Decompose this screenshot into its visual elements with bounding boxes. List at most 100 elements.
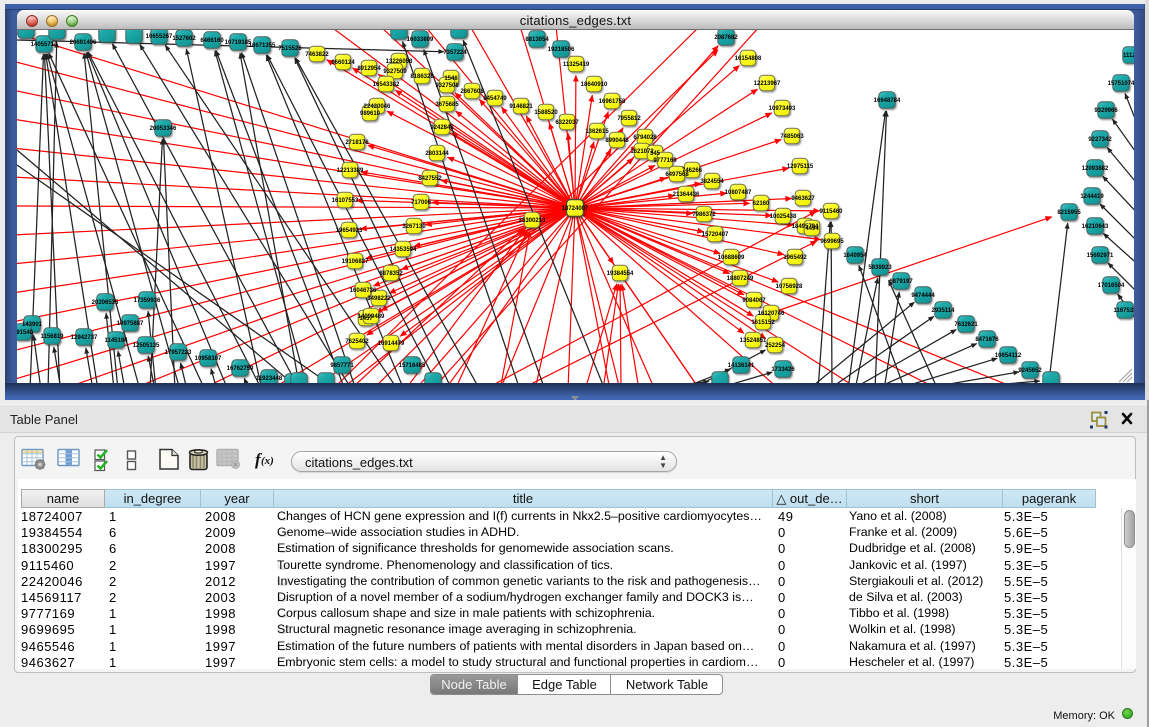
svg-text:1640954: 1640954 bbox=[843, 253, 867, 259]
svg-text:16543382: 16543382 bbox=[373, 82, 400, 88]
svg-text:12505135: 12505135 bbox=[133, 343, 160, 349]
svg-text:9699695: 9699695 bbox=[820, 239, 844, 245]
svg-text:16033809: 16033809 bbox=[407, 37, 434, 43]
svg-text:1145194: 1145194 bbox=[104, 338, 128, 344]
svg-text:8186328: 8186328 bbox=[410, 74, 434, 80]
svg-text:10688609: 10688609 bbox=[718, 255, 745, 261]
svg-text:989610: 989610 bbox=[360, 111, 381, 117]
svg-text:8471676: 8471676 bbox=[975, 337, 999, 343]
svg-text:1156819: 1156819 bbox=[40, 334, 64, 340]
svg-text:8454749: 8454749 bbox=[483, 96, 507, 102]
svg-text:1733426: 1733426 bbox=[771, 367, 795, 373]
svg-text:9329966: 9329966 bbox=[1094, 108, 1118, 114]
svg-text:20691406: 20691406 bbox=[70, 40, 97, 46]
svg-text:15720407: 15720407 bbox=[702, 232, 729, 238]
svg-text:9463627: 9463627 bbox=[791, 196, 815, 202]
svg-text:2087682: 2087682 bbox=[714, 35, 738, 41]
svg-text:10655267: 10655267 bbox=[146, 34, 173, 40]
svg-text:2803144: 2803144 bbox=[425, 151, 449, 157]
svg-text:6497568: 6497568 bbox=[665, 172, 689, 178]
svg-text:8912954: 8912954 bbox=[357, 66, 381, 72]
svg-text:1965492: 1965492 bbox=[783, 255, 807, 261]
svg-text:9227342: 9227342 bbox=[1088, 137, 1112, 143]
svg-text:11127: 11127 bbox=[1123, 53, 1134, 59]
svg-text:9474444: 9474444 bbox=[911, 293, 935, 299]
svg-text:19106827: 19106827 bbox=[342, 259, 369, 265]
svg-text:20053346: 20053346 bbox=[150, 126, 177, 132]
svg-text:8427552: 8427552 bbox=[418, 176, 442, 182]
svg-text:22420046: 22420046 bbox=[364, 104, 391, 110]
svg-text:3675685: 3675685 bbox=[435, 102, 459, 108]
svg-text:20206535: 20206535 bbox=[92, 300, 119, 306]
svg-text:18724007: 18724007 bbox=[562, 206, 589, 212]
svg-text:10975887: 10975887 bbox=[117, 321, 144, 327]
svg-text:2867608: 2867608 bbox=[460, 89, 484, 95]
svg-text:2718176: 2718176 bbox=[345, 140, 369, 146]
svg-text:13524851: 13524851 bbox=[740, 338, 767, 344]
svg-text:10807487: 10807487 bbox=[725, 190, 752, 196]
svg-text:14353594: 14353594 bbox=[390, 247, 417, 253]
svg-text:10756928: 10756928 bbox=[776, 284, 803, 290]
svg-text:8990448: 8990448 bbox=[605, 138, 629, 144]
svg-text:62160: 62160 bbox=[753, 201, 770, 207]
svg-text:7625402: 7625402 bbox=[345, 339, 369, 345]
svg-text:8813054: 8813054 bbox=[525, 37, 549, 43]
svg-text:252254: 252254 bbox=[765, 343, 786, 349]
svg-text:7515526: 7515526 bbox=[278, 46, 302, 52]
svg-text:10654112: 10654112 bbox=[995, 353, 1022, 359]
svg-text:16914479: 16914479 bbox=[378, 341, 405, 347]
svg-text:5938923: 5938923 bbox=[868, 265, 892, 271]
svg-text:17016504: 17016504 bbox=[1098, 283, 1125, 289]
svg-text:13226058: 13226058 bbox=[386, 59, 413, 65]
svg-text:11325419: 11325419 bbox=[563, 62, 590, 68]
svg-text:3267130: 3267130 bbox=[402, 224, 426, 230]
svg-text:345: 345 bbox=[650, 151, 661, 157]
svg-text:12942737: 12942737 bbox=[71, 335, 98, 341]
svg-text:7632621: 7632621 bbox=[954, 322, 978, 328]
svg-text:10025438: 10025438 bbox=[770, 214, 797, 220]
svg-text:9777169: 9777169 bbox=[653, 158, 677, 164]
svg-text:18807249: 18807249 bbox=[727, 276, 754, 282]
svg-text:16120746: 16120746 bbox=[758, 311, 785, 317]
svg-text:25300213: 25300213 bbox=[519, 218, 546, 224]
svg-text:16762759: 16762759 bbox=[227, 366, 254, 372]
svg-text:8878352: 8878352 bbox=[379, 271, 403, 277]
svg-text:16648784: 16648784 bbox=[874, 98, 901, 104]
svg-text:10958107: 10958107 bbox=[195, 356, 222, 362]
svg-text:(x): (x) bbox=[261, 455, 274, 467]
svg-text:16961758: 16961758 bbox=[599, 99, 626, 105]
svg-text:6322037: 6322037 bbox=[555, 120, 579, 126]
svg-text:14099489: 14099489 bbox=[358, 314, 385, 320]
svg-text:15751074: 15751074 bbox=[1108, 81, 1134, 87]
svg-text:1588520: 1588520 bbox=[534, 110, 558, 116]
svg-text:3824554: 3824554 bbox=[700, 179, 724, 185]
svg-text:6879197: 6879197 bbox=[889, 279, 913, 285]
svg-text:12213389: 12213389 bbox=[337, 168, 364, 174]
svg-text:717006: 717006 bbox=[411, 200, 432, 206]
svg-text:1244419: 1244419 bbox=[1080, 194, 1104, 200]
svg-text:15692971: 15692971 bbox=[1087, 253, 1114, 259]
svg-text:14136141: 14136141 bbox=[728, 363, 755, 369]
svg-text:9146821: 9146821 bbox=[509, 104, 533, 110]
svg-text:1362615: 1362615 bbox=[585, 129, 609, 135]
svg-text:9327509: 9327509 bbox=[383, 69, 407, 75]
svg-text:19218506: 19218506 bbox=[548, 47, 575, 53]
svg-text:15716485: 15716485 bbox=[399, 363, 426, 369]
svg-text:1615152: 1615152 bbox=[751, 320, 775, 326]
svg-text:16107553: 16107553 bbox=[332, 198, 359, 204]
svg-text:9115460: 9115460 bbox=[819, 209, 843, 215]
svg-text:17957223: 17957223 bbox=[165, 350, 192, 356]
svg-text:143901: 143901 bbox=[22, 322, 43, 328]
svg-text:19654923: 19654923 bbox=[336, 228, 363, 234]
svg-text:4494: 4494 bbox=[805, 226, 819, 232]
svg-text:12093882: 12093882 bbox=[1082, 166, 1109, 172]
svg-text:7463822: 7463822 bbox=[305, 52, 329, 58]
svg-text:6466160: 6466160 bbox=[200, 38, 224, 44]
svg-text:7485063: 7485063 bbox=[780, 134, 804, 140]
svg-text:9857771: 9857771 bbox=[330, 363, 354, 369]
svg-text:2935114: 2935114 bbox=[931, 308, 955, 314]
svg-text:16154808: 16154808 bbox=[735, 56, 762, 62]
svg-text:11923448: 11923448 bbox=[256, 376, 283, 382]
svg-text:7986372: 7986372 bbox=[692, 212, 716, 218]
svg-text:12975115: 12975115 bbox=[787, 164, 814, 170]
